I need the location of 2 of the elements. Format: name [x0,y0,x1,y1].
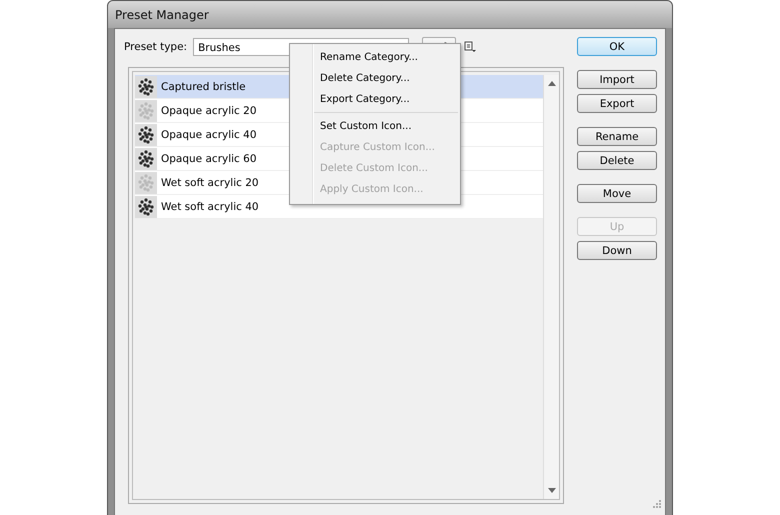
preset-type-label: Preset type: [124,41,188,53]
window-title: Preset Manager [115,8,209,22]
